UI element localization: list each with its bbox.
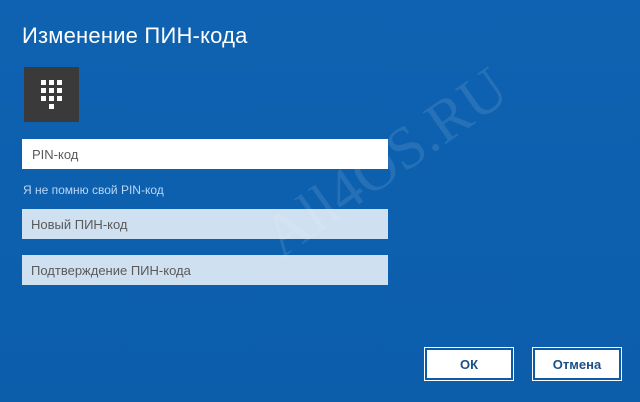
current-pin-input[interactable] xyxy=(22,139,388,169)
confirm-pin-input[interactable] xyxy=(22,255,388,285)
cancel-button[interactable]: Отмена xyxy=(532,347,622,381)
keypad-icon xyxy=(40,79,62,109)
new-pin-input[interactable] xyxy=(22,209,388,239)
change-pin-dialog: Изменение ПИН-кода Я не помню свой PIN-к… xyxy=(0,0,640,402)
keypad-tile xyxy=(24,67,79,122)
ok-button[interactable]: ОК xyxy=(424,347,514,381)
forgot-pin-link[interactable]: Я не помню свой PIN-код xyxy=(23,183,164,197)
dialog-title: Изменение ПИН-кода xyxy=(22,23,248,48)
